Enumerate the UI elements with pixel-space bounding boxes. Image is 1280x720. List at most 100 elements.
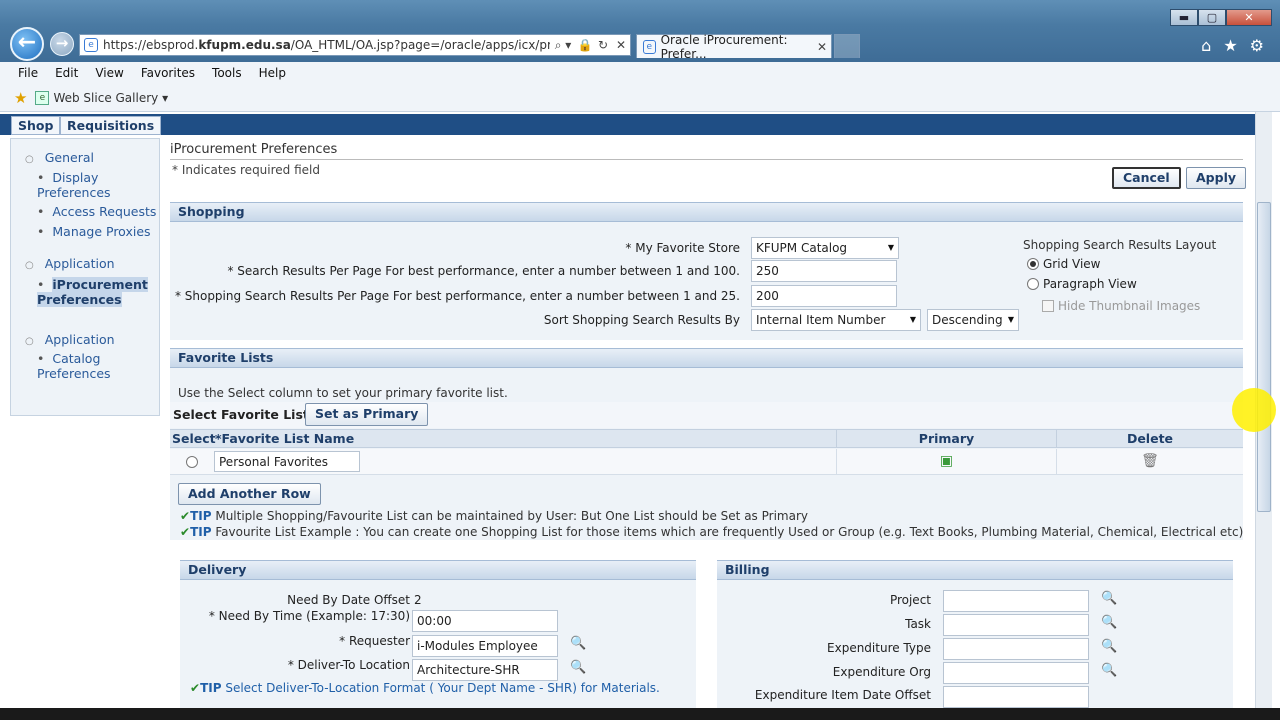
favorite-instructions: Use the Select column to set your primar… <box>178 386 508 400</box>
favorite-lists-section: Use the Select column to set your primar… <box>170 368 1243 540</box>
project-search-icon[interactable]: 🔍 <box>1101 591 1117 606</box>
favorite-store-select[interactable]: KFUPM Catalog <box>751 237 899 259</box>
grid-view-label: Grid View <box>1043 257 1101 271</box>
delivery-section: Need By Date Offset 2 * Need By Time (Ex… <box>180 580 696 710</box>
back-button[interactable]: ← <box>10 27 44 61</box>
favorite-tip-1: ✔TIP Multiple Shopping/Favourite List ca… <box>180 509 808 523</box>
favorites-star-icon[interactable]: ★ <box>1223 36 1237 55</box>
deliver-to-label: * Deliver-To Location <box>287 658 410 672</box>
col-favorite-list-name: *Favorite List Name <box>215 431 355 446</box>
need-by-time-input[interactable]: 00:00 <box>412 610 558 632</box>
tab-requisitions[interactable]: Requisitions <box>60 116 162 135</box>
task-search-icon[interactable]: 🔍 <box>1101 615 1117 630</box>
need-by-offset-label: Need By Date Offset <box>287 593 410 607</box>
layout-label: Shopping Search Results Layout <box>1023 238 1217 252</box>
deliver-to-input[interactable]: Architecture-SHR <box>412 659 558 681</box>
expenditure-type-search-icon[interactable]: 🔍 <box>1101 639 1117 654</box>
url-text[interactable]: https://ebsprod.kfupm.edu.sa/OA_HTML/OA.… <box>103 38 550 52</box>
need-by-offset-value: 2 <box>414 593 422 607</box>
sidebar-item-manage-proxies[interactable]: Manage Proxies <box>37 224 159 239</box>
hide-thumbnails-label: Hide Thumbnail Images <box>1058 299 1201 313</box>
stop-icon[interactable]: ✕ <box>612 38 630 52</box>
browser-window: ▬ ▢ ✕ ← → e https://ebsprod.kfupm.edu.sa… <box>0 0 1280 720</box>
ie-tab-icon: e <box>643 39 656 54</box>
tab-close-icon[interactable]: ✕ <box>817 40 827 54</box>
browser-tools: ⌂ ★ ⚙ <box>1201 36 1264 55</box>
deliver-to-search-icon[interactable]: 🔍 <box>570 660 586 675</box>
paragraph-view-radio[interactable] <box>1027 278 1039 290</box>
delete-trash-icon[interactable]: 🗑 <box>1056 449 1243 474</box>
sidebar-item-access-requests[interactable]: Access Requests <box>37 204 159 219</box>
address-bar[interactable]: e https://ebsprod.kfupm.edu.sa/OA_HTML/O… <box>79 34 631 56</box>
add-another-row-button[interactable]: Add Another Row <box>178 483 321 505</box>
close-window-button[interactable]: ✕ <box>1226 9 1272 26</box>
task-input[interactable] <box>943 614 1089 636</box>
tab-iprocurement[interactable]: e Oracle iProcurement: Prefer... ✕ <box>636 33 832 61</box>
select-favorite-bar: Select Favorite List: Set as Primary <box>170 402 1243 428</box>
favorite-list-name-input[interactable]: Personal Favorites <box>214 451 360 472</box>
sidebar-section-application-2: Application <box>25 332 115 347</box>
menu-tools[interactable]: Tools <box>212 66 242 80</box>
row-select-radio[interactable] <box>186 456 198 468</box>
need-by-time-label: * Need By Time (Example: 17:30) <box>208 609 410 623</box>
requester-input[interactable]: i-Modules Employee <box>412 635 558 657</box>
set-as-primary-button[interactable]: Set as Primary <box>305 403 429 426</box>
web-slice-gallery-link[interactable]: Web Slice Gallery ▾ <box>53 91 168 105</box>
shopping-section-header: Shopping <box>170 202 1243 222</box>
lock-icon[interactable]: 🔒 <box>576 38 594 52</box>
tip-check-icon: ✔ <box>190 681 201 695</box>
project-input[interactable] <box>943 590 1089 612</box>
sort-order-select[interactable]: Descending <box>927 309 1019 331</box>
favorites-table-header: Select *Favorite List Name Primary Delet… <box>170 429 1243 448</box>
new-tab-button[interactable] <box>834 34 860 58</box>
menu-file[interactable]: File <box>18 66 38 80</box>
favorites-star-icon[interactable]: ★ <box>14 89 27 107</box>
billing-section-header: Billing <box>717 560 1233 580</box>
col-select: Select <box>172 431 216 446</box>
sidebar-item-iprocurement-preferences[interactable]: iProcurementPreferences <box>37 277 159 307</box>
sidebar-item-catalog-preferences[interactable]: CatalogPreferences <box>37 351 159 381</box>
sidebar-item-display-preferences[interactable]: DisplayPreferences <box>37 170 159 200</box>
gear-icon[interactable]: ⚙ <box>1250 36 1264 55</box>
expenditure-org-search-icon[interactable]: 🔍 <box>1101 663 1117 678</box>
expenditure-type-input[interactable] <box>943 638 1089 660</box>
expenditure-date-offset-input[interactable] <box>943 686 1089 708</box>
refresh-icon[interactable]: ↻ <box>594 38 612 52</box>
minimize-button[interactable]: ▬ <box>1170 9 1198 26</box>
requester-label: * Requester <box>339 634 410 648</box>
apply-button[interactable]: Apply <box>1186 167 1247 189</box>
hide-thumbnails-checkbox[interactable] <box>1042 300 1054 312</box>
requester-search-icon[interactable]: 🔍 <box>570 636 586 651</box>
shop-per-page-input[interactable]: 200 <box>751 285 897 307</box>
menu-view[interactable]: View <box>95 66 123 80</box>
search-per-page-label: * Search Results Per Page For best perfo… <box>227 264 740 278</box>
expenditure-type-label: Expenditure Type <box>827 641 931 655</box>
cancel-button[interactable]: Cancel <box>1112 167 1181 189</box>
search-per-page-input[interactable]: 250 <box>751 260 897 282</box>
page-title: iProcurement Preferences <box>170 142 338 157</box>
billing-section: Project 🔍 Task 🔍 Expenditure Type 🔍 Expe… <box>717 580 1233 710</box>
grid-view-radio[interactable] <box>1027 258 1039 270</box>
menu-edit[interactable]: Edit <box>55 66 78 80</box>
top-nav-bar: Shop Requisitions <box>0 114 1255 135</box>
scrollbar-thumb[interactable] <box>1257 202 1271 512</box>
search-dropdown-icon[interactable]: ⌕ ▾ <box>550 38 576 53</box>
favorite-store-label: * My Favorite Store <box>625 241 740 255</box>
expenditure-org-input[interactable] <box>943 662 1089 684</box>
tab-shop[interactable]: Shop <box>11 116 61 135</box>
window-controls: ▬ ▢ ✕ <box>1170 9 1272 26</box>
status-bar <box>0 708 1280 720</box>
home-icon[interactable]: ⌂ <box>1201 36 1211 55</box>
task-label: Task <box>905 617 931 631</box>
web-slice-icon: e <box>35 90 50 105</box>
main-panel: iProcurement Preferences * Indicates req… <box>170 138 1247 718</box>
col-delete: Delete <box>1056 429 1243 448</box>
expenditure-date-offset-label: Expenditure Item Date Offset <box>754 688 931 702</box>
menu-favorites[interactable]: Favorites <box>141 66 195 80</box>
menu-help[interactable]: Help <box>259 66 286 80</box>
ie-page-icon: e <box>84 38 98 52</box>
delivery-tip: ✔TIP Select Deliver-To-Location Format (… <box>190 681 660 695</box>
sort-by-select[interactable]: Internal Item Number <box>751 309 921 331</box>
maximize-button[interactable]: ▢ <box>1198 9 1226 26</box>
forward-button[interactable]: → <box>50 32 74 56</box>
